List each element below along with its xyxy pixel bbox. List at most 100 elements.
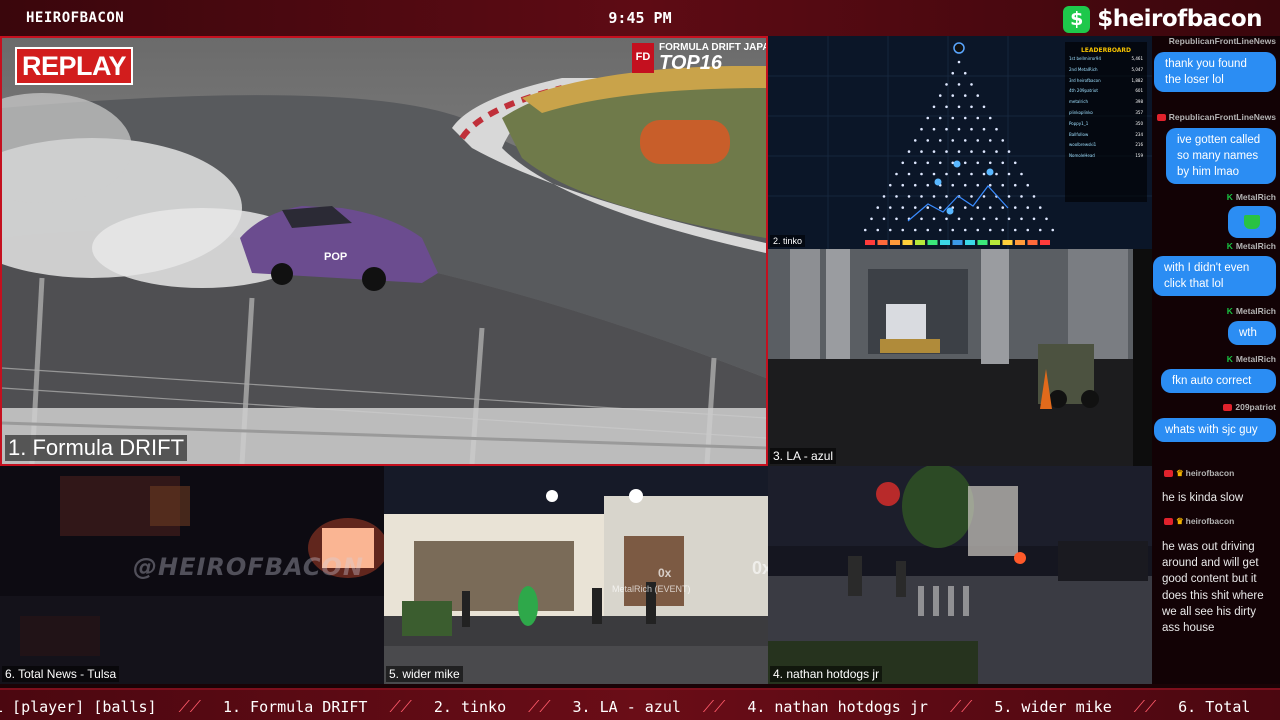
tile-label: 6. Total News - Tulsa [2,666,120,682]
chat-panel[interactable]: RepublicanFrontLineNews thank you found … [1152,36,1280,684]
leaderboard-score: 350 [1135,120,1143,126]
formula-drift-logo: FD FORMULA DRIFT JAPAN 2026 TOP16 [632,41,766,75]
watermark: @HEIROFBACON [133,553,364,581]
intersection-scene [768,466,1152,684]
tile-label: 2. tinko [770,235,806,247]
ticker-item: 4. nathan hotdogs jr [747,698,928,716]
leaderboard: LEADERBOARD 1st bellmirror94 5,461 2nd Met… [1065,42,1147,202]
ticker-item: 3. LA - azul [572,698,681,716]
top-bar: HEIROFBACON 9:45 PM $ $heirofbacon [0,0,1280,36]
replay-badge: REPLAY [15,47,134,85]
chat-message: thank you found the loser lol [1154,52,1276,92]
channel-name: HEIROFBACON [26,10,125,26]
tile-label: 1. Formula DRIFT [5,435,188,461]
leaderboard-row: plinkoplinko 357 [1065,108,1147,119]
leaderboard-score: 159 [1135,153,1143,159]
ticker-item: 1 [player] [balls] [0,698,157,716]
leaderboard-name: Ballfollow [1069,131,1089,137]
leaderboard-score: 601 [1135,88,1143,94]
candy-cane-icon: ⟋⟋ [389,697,412,716]
cashapp-dollar-icon: $ [1063,5,1091,33]
chat-message: whats with sjc guy [1154,418,1276,442]
chat-username: K MetalRich [1226,192,1276,202]
chat-message: fkn auto correct [1161,369,1276,393]
leaderboard-name: Poppy1_1 [1069,120,1089,126]
candy-cane-icon: ⟋⟋ [528,697,551,716]
leaderboard-row: 1st bellmirror94 5,461 [1065,54,1147,65]
chat-username: K MetalRich [1226,354,1276,364]
chat-username: RepublicanFrontLineNews [1168,36,1276,46]
drift-scene: POP [2,66,766,464]
cashtag-text: $heirofbacon [1097,6,1262,32]
video-tile-wider-mike[interactable]: 0x 0x MetalRich (EVENT) 5. wider mike [384,466,768,684]
k-badge-icon: K [1226,192,1233,202]
tile-label: 4. nathan hotdogs jr [770,666,883,682]
video-tile-formula-drift[interactable]: POP REPLAY FD FORMULA DRIFT JAPAN 2026 T… [0,36,768,466]
leaderboard-row: metalrich 398 [1065,97,1147,108]
leaderboard-name: 1st bellmirror94 [1069,56,1102,61]
candy-cane-icon: ⟋⟋ [178,697,201,716]
video-tile-nathan-hotdogs-jr[interactable]: 4. nathan hotdogs jr [768,466,1152,684]
tile-label: 3. LA - azul [770,448,837,464]
ticker-bar: 1 [player] [balls] ⟋⟋ 1. Formula DRIFT ⟋⟋ 2.… [0,688,1280,720]
chat-message: wth [1228,321,1276,345]
street-scene [384,466,768,684]
overlay-count: 0x [752,558,768,578]
k-badge-icon: K [1226,241,1233,251]
chat-username: 209patriot [1223,402,1276,412]
overlay-count: 0x [658,566,672,580]
leaderboard-name: 2nd MetalRich [1069,66,1098,72]
cashtag[interactable]: $ $heirofbacon [1063,4,1262,34]
leaderboard-score: 1,882 [1131,77,1143,83]
leaderboard-row: Poppy1_1 350 [1065,119,1147,130]
red-badge-icon [1156,114,1166,122]
leaderboard-row: Ballfollow 234 [1065,130,1147,141]
k-badge-icon: K [1226,306,1233,316]
leaderboard-score: 216 [1135,142,1143,148]
leaderboard-name: 3rd heirofbacon [1069,77,1101,83]
fd-logo-title: TOP16 [659,52,722,74]
garage-scene [768,249,1152,466]
video-tile-la-azul[interactable]: 3. LA - azul [768,249,1152,466]
clock: 9:45 PM [608,9,672,27]
red-badge-icon [1164,470,1173,478]
ticker-item: 5. wider mike [994,698,1112,716]
crown-icon: ♛ [1176,516,1184,526]
leaderboard-title: LEADERBOARD [1080,47,1132,54]
chat-message: with I didn't even click that lol [1153,256,1276,296]
k-badge-icon: K [1226,354,1233,364]
fd-logo-mark: FD [632,43,654,73]
ticker-item: 2. tinko [433,698,507,716]
candy-cane-icon: ⟋⟋ [949,697,973,716]
chat-message: he was out driving around and will get g… [1162,541,1264,635]
red-badge-icon [1164,518,1173,526]
leaderboard-score: 234 [1135,131,1143,137]
chat-message: he is kinda slow [1162,492,1244,504]
leaderboard-row: NomoleHead 159 [1065,151,1147,162]
chat-username: ♛ heirofbacon [1164,516,1234,527]
chat-username: K MetalRich [1226,241,1276,251]
tile-label: 5. wider mike [386,666,463,682]
leaderboard-row: 4th 209patriot 601 [1065,86,1147,97]
leaderboard-score: 398 [1135,99,1143,105]
leaderboard-name: NomoleHead [1069,153,1095,159]
overlay-event-text: MetalRich (EVENT) [612,584,691,594]
leaderboard-name: plinkoplinko [1069,109,1093,115]
cup-emote-icon [1244,214,1260,229]
video-tile-total-news-tulsa[interactable]: @HEIROFBACON 6. Total News - Tulsa [0,466,384,684]
chat-username: ♛ heirofbacon [1164,468,1234,479]
chat-message [1228,206,1276,238]
leaderboard-row: woolbrewski1 216 [1065,140,1147,151]
leaderboard-row: 3rd heirofbacon 1,882 [1065,76,1147,87]
ticker-items: 1 [player] [balls] ⟋⟋ 1. Formula DRIFT ⟋⟋ 2.… [0,697,1272,717]
ticker-item: 1. Formula DRIFT [222,698,368,716]
leaderboard-score: 357 [1135,109,1143,115]
svg-text:POP: POP [324,251,347,263]
video-tile-tinko[interactable]: LEADERBOARD 1st bellmirror94 5,461 2nd Met… [768,36,1152,249]
leaderboard-name: metalrich [1069,99,1088,105]
leaderboard-score: 5,047 [1131,66,1143,72]
leaderboard-row: 2nd MetalRich 5,047 [1065,65,1147,76]
ticker-item: 6. Total [1178,698,1251,716]
chat-username: RepublicanFrontLineNews [1156,112,1276,122]
leaderboard-name: 4th 209patriot [1069,88,1098,94]
